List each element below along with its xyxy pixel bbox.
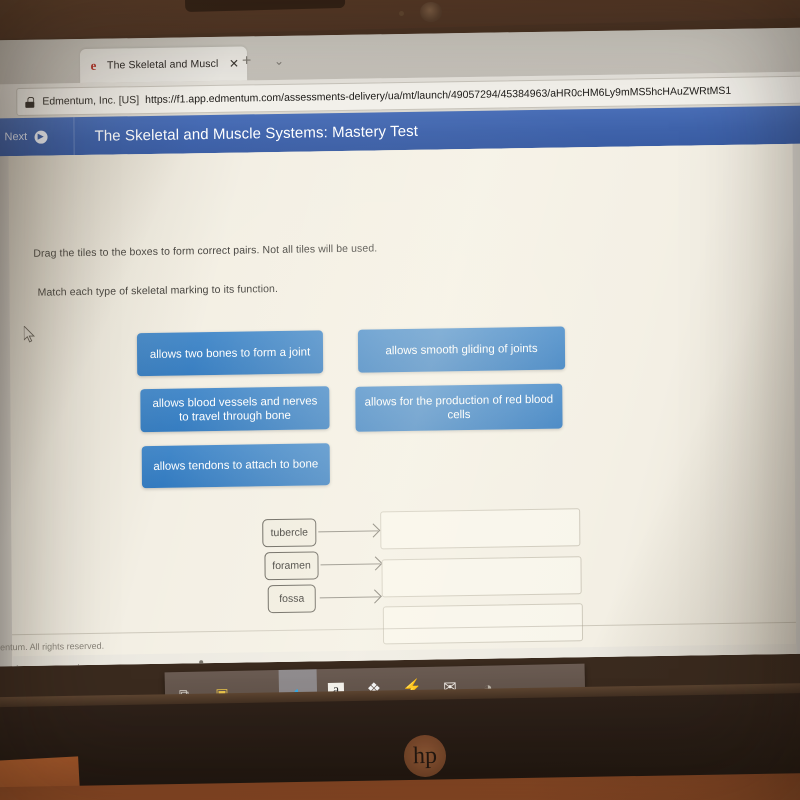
instruction-secondary: Match each type of skeletal marking to i… <box>37 282 279 299</box>
tile-label: allows two bones to form a joint <box>149 345 311 361</box>
draggable-tile[interactable]: allows tendons to attach to bone <box>141 443 330 489</box>
copyright-text: entum. All rights reserved. <box>0 640 105 653</box>
webcam-icon <box>420 2 442 22</box>
drop-target[interactable] <box>380 508 581 550</box>
laptop-photo: e The Skeletal and Muscl ✕ + ⌄ Edmentum,… <box>0 0 800 800</box>
match-term-label: tubercle <box>270 526 309 540</box>
match-term-label: foramen <box>272 559 311 573</box>
match-term[interactable]: fossa <box>267 584 316 614</box>
site-identity-label: Edmentum, Inc. [US] <box>42 94 140 108</box>
laptop-screen: e The Skeletal and Muscl ✕ + ⌄ Edmentum,… <box>0 27 800 667</box>
assessment-page: Drag the tiles to the boxes to form corr… <box>0 143 800 667</box>
tile-label: allows blood vessels and nerves to trave… <box>152 394 318 424</box>
tile-label: allows tendons to attach to bone <box>153 458 319 473</box>
webcam-indicator-icon <box>399 11 404 16</box>
windows-search-bar[interactable]: ype here to search <box>0 643 797 667</box>
drop-target[interactable] <box>381 556 582 598</box>
arrow-right-icon <box>318 523 381 538</box>
arrow-right-icon <box>319 589 382 604</box>
browser-tab[interactable]: e The Skeletal and Muscl ✕ <box>79 46 248 84</box>
draggable-tile[interactable]: allows for the production of red blood c… <box>355 383 563 432</box>
search-input[interactable]: ype here to search <box>0 663 83 666</box>
mouse-cursor-icon <box>23 325 36 343</box>
close-icon[interactable]: ✕ <box>227 57 241 71</box>
new-tab-button[interactable]: + <box>242 52 251 70</box>
chevron-right-circle-icon: ▶ <box>34 130 48 144</box>
match-term[interactable]: tubercle <box>262 518 317 548</box>
draggable-tile[interactable]: allows two bones to form a joint <box>136 330 324 377</box>
chevron-down-icon[interactable]: ⌄ <box>274 54 284 68</box>
url-input[interactable]: https://f1.app.edmentum.com/assessments-… <box>145 85 731 106</box>
edge-icon: e <box>90 57 97 73</box>
microphone-icon[interactable] <box>194 659 208 667</box>
match-term-label: fossa <box>279 592 305 605</box>
draggable-tile[interactable]: allows blood vessels and nerves to trave… <box>140 386 330 433</box>
match-term[interactable]: foramen <box>264 551 319 581</box>
question-sheet: Drag the tiles to the boxes to form corr… <box>0 143 797 667</box>
next-button[interactable]: Next ▶ <box>0 117 75 157</box>
page-title: The Skeletal and Muscle Systems: Mastery… <box>94 122 419 145</box>
instruction-primary: Drag the tiles to the boxes to form corr… <box>33 242 378 260</box>
lock-icon <box>25 96 34 107</box>
drop-target[interactable] <box>382 603 584 645</box>
browser-tab-title: The Skeletal and Muscl <box>106 57 219 72</box>
next-button-label: Next <box>4 130 28 144</box>
arrow-right-icon <box>320 556 383 571</box>
tile-label: allows for the production of red blood c… <box>364 393 554 421</box>
tile-label: allows smooth gliding of joints <box>385 342 538 357</box>
draggable-tile[interactable]: allows smooth gliding of joints <box>357 326 566 373</box>
